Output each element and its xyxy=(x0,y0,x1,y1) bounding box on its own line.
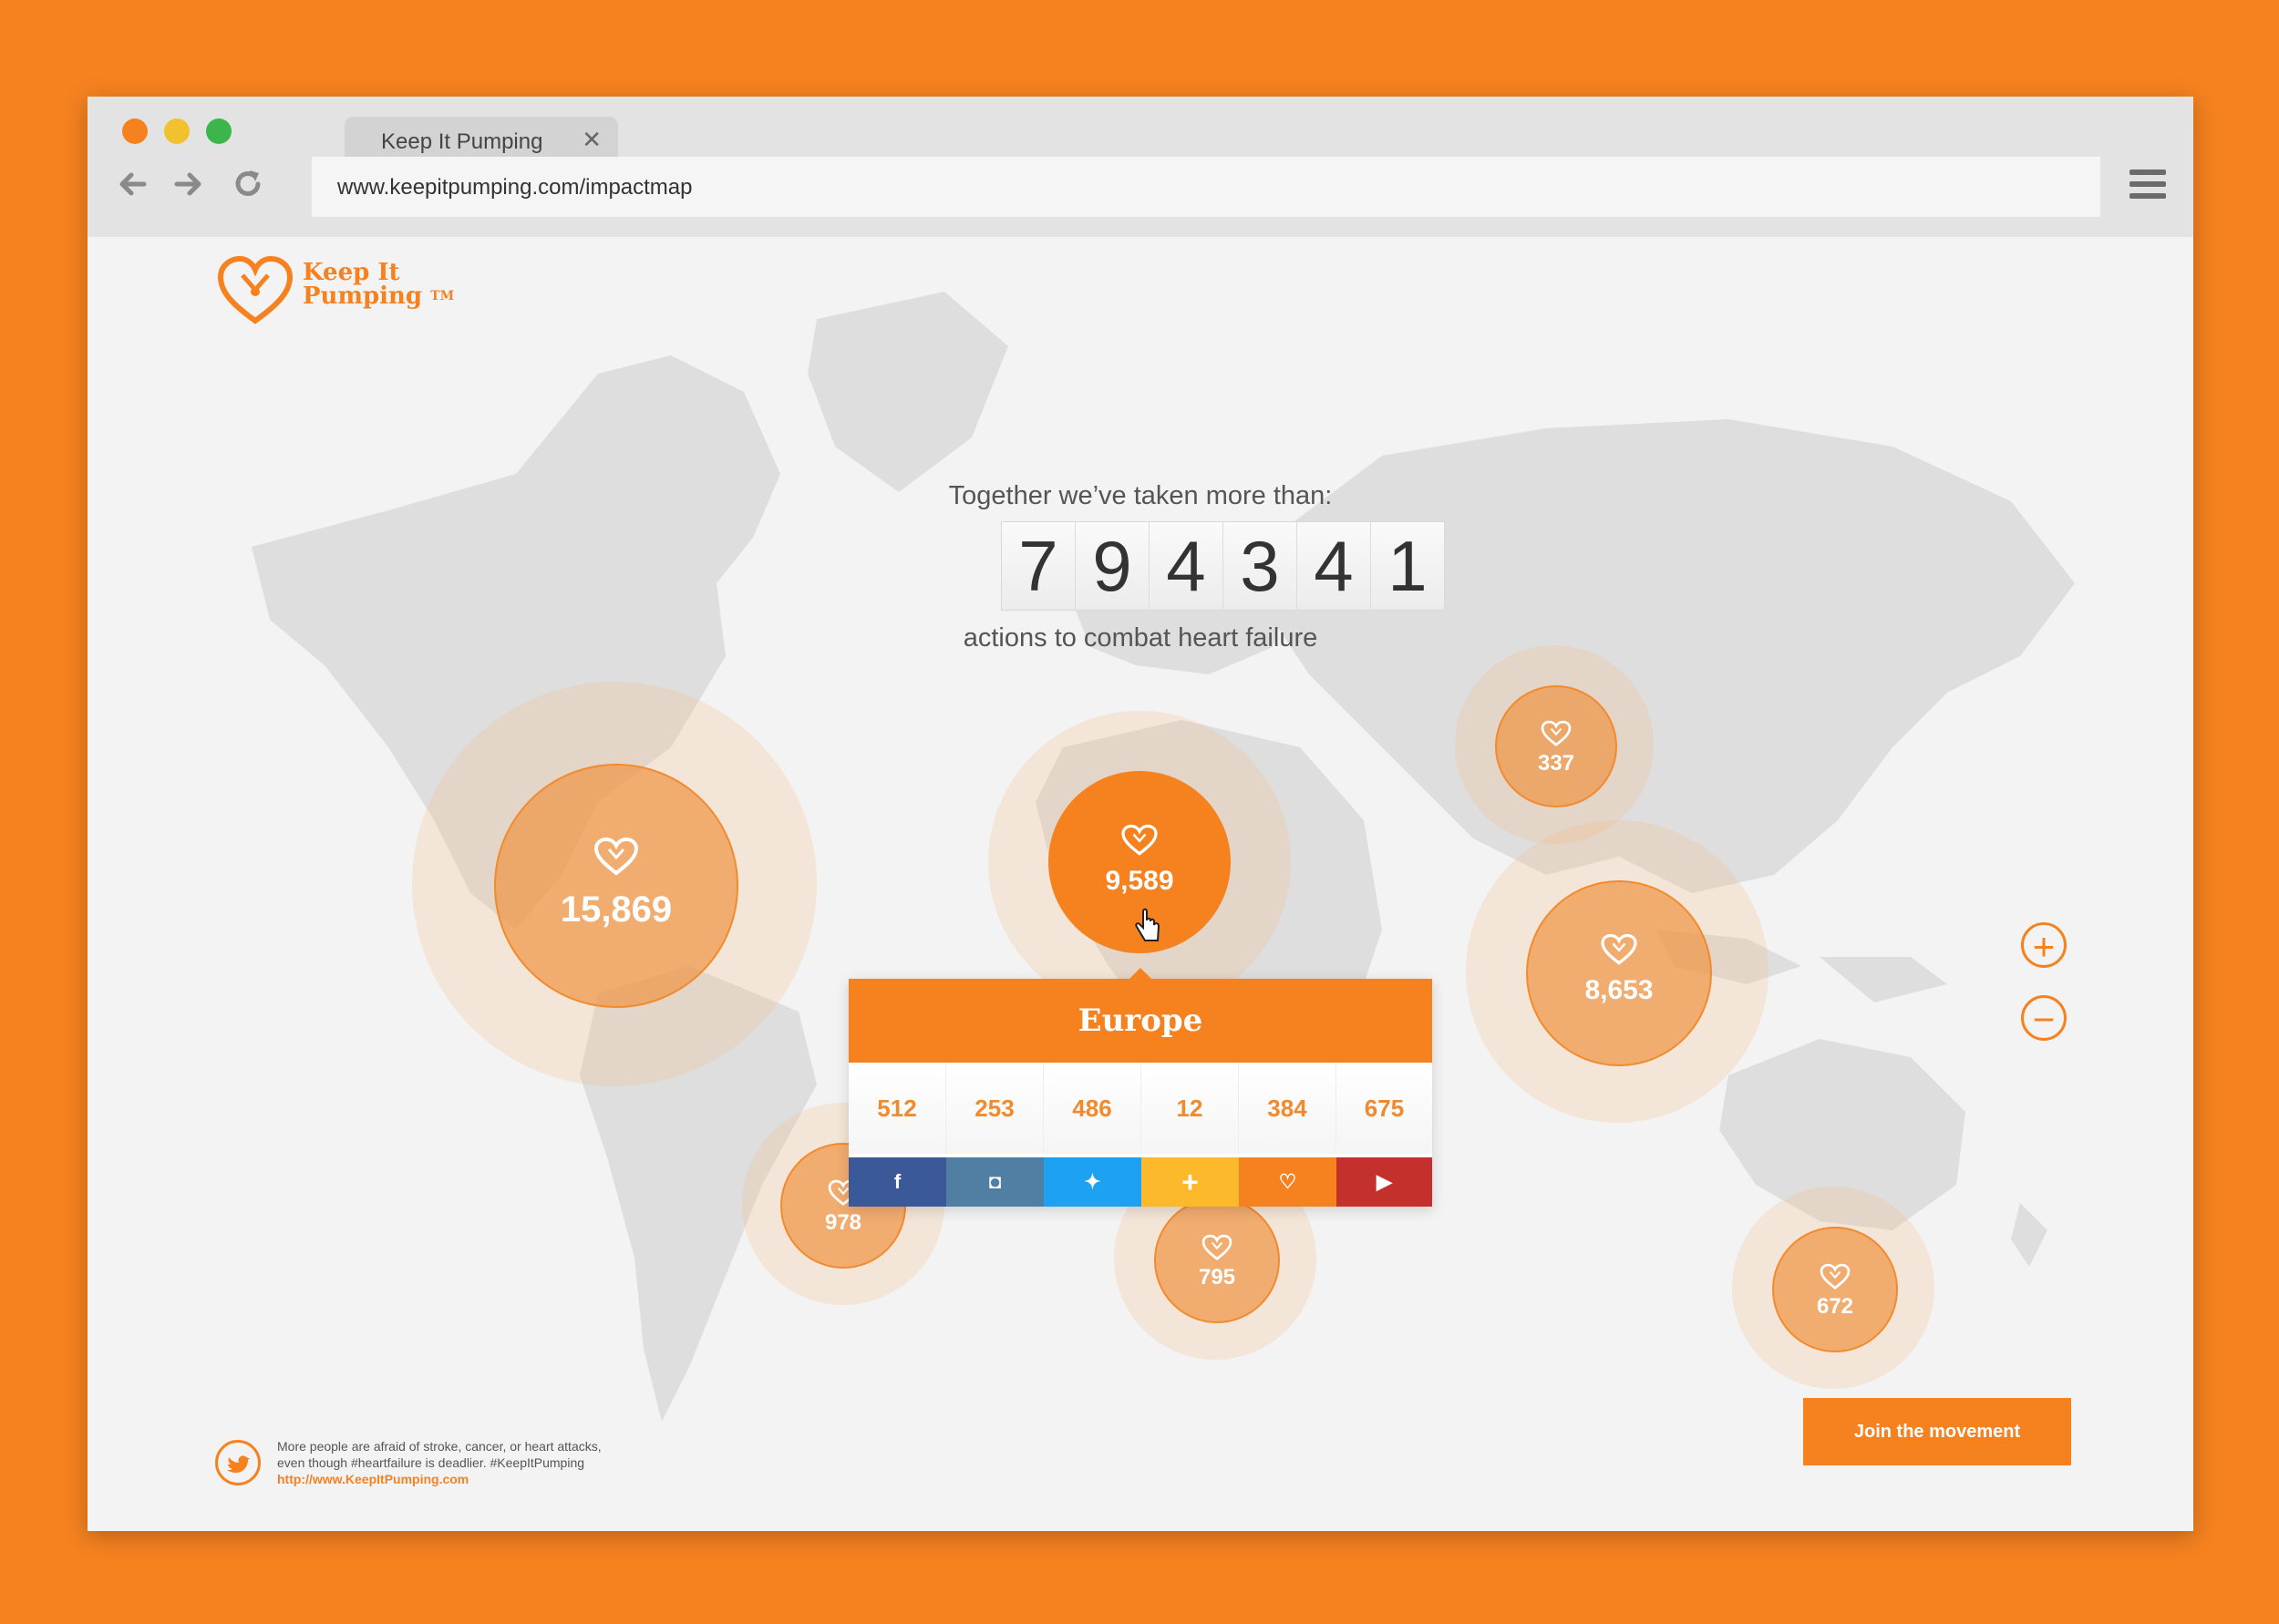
url-text: www.keepitpumping.com/impactmap xyxy=(337,175,693,200)
zoom-in-button[interactable]: + xyxy=(2021,922,2067,968)
count-facebook: 512 xyxy=(849,1063,946,1154)
count-instagram: 253 xyxy=(946,1063,1044,1154)
heart-icon[interactable]: ♡ xyxy=(1239,1157,1336,1207)
heart-icon xyxy=(1121,824,1158,856)
counter-digit: 3 xyxy=(1223,522,1297,610)
close-window-button[interactable] xyxy=(122,118,148,144)
region-bubble-north-america[interactable]: 15,869 xyxy=(494,764,738,1008)
heart-logo-icon[interactable] xyxy=(217,255,294,326)
logo-wordmark[interactable]: Keep It Pumping TM xyxy=(303,261,454,308)
impact-map-page: Keep It Pumping TM Together we’ve taken … xyxy=(88,237,2193,1531)
youtube-icon[interactable]: ▶ xyxy=(1336,1157,1432,1207)
logo-line-1: Keep It xyxy=(303,259,400,286)
popup-arrow xyxy=(1129,968,1151,979)
counter-intro: Together we’ve taken more than: xyxy=(948,481,1333,510)
hamburger-menu-icon[interactable] xyxy=(2129,170,2166,202)
bubble-value: 8,653 xyxy=(1584,975,1654,1005)
region-bubble-asia-south[interactable]: 8,653 xyxy=(1526,880,1712,1066)
heart-icon xyxy=(1201,1234,1232,1260)
twitter-icon[interactable]: ✦ xyxy=(1044,1157,1141,1207)
region-bubble-oceania[interactable]: 672 xyxy=(1772,1227,1898,1352)
region-bubble-africa[interactable]: 795 xyxy=(1154,1197,1280,1323)
tweet-line-1: More people are afraid of stroke, cancer… xyxy=(277,1439,602,1454)
back-icon[interactable] xyxy=(117,168,150,207)
browser-window: Keep It Pumping ✕ www.keepitpumping.com/… xyxy=(88,97,2193,1531)
heart-icon xyxy=(1541,720,1572,746)
counter-digit: 4 xyxy=(1150,522,1223,610)
heart-icon xyxy=(593,837,639,876)
instagram-icon[interactable]: ◘ xyxy=(946,1157,1044,1207)
forward-icon[interactable] xyxy=(171,168,204,207)
reload-icon[interactable] xyxy=(232,168,264,207)
zoom-out-button[interactable]: − xyxy=(2021,995,2067,1041)
bubble-value: 672 xyxy=(1816,1294,1854,1319)
counter-digit: 9 xyxy=(1076,522,1150,610)
count-twitter: 486 xyxy=(1044,1063,1141,1154)
bubble-value: 795 xyxy=(1198,1265,1236,1290)
bubble-value: 978 xyxy=(824,1210,862,1235)
facebook-icon[interactable]: f xyxy=(849,1157,946,1207)
logo-line-2: Pumping xyxy=(303,283,423,310)
bubble-value: 15,869 xyxy=(560,889,673,930)
bubble-value: 9,589 xyxy=(1105,866,1174,896)
tweet-link[interactable]: http://www.KeepItPumping.com xyxy=(277,1471,696,1487)
trademark-mark: TM xyxy=(430,289,455,303)
region-popup: Europe 512 253 486 12 384 675 f ◘ ✦ + ♡ … xyxy=(849,968,1432,1207)
tweet-line-2: even though #heartfailure is deadlier. #… xyxy=(277,1455,585,1470)
counter-digit: 1 xyxy=(1371,522,1444,610)
tab-title: Keep It Pumping xyxy=(381,129,543,154)
counter-outro: actions to combat heart failure xyxy=(963,623,1318,653)
count-plus: 12 xyxy=(1141,1063,1239,1154)
count-youtube: 675 xyxy=(1336,1063,1432,1154)
tab-close-icon[interactable]: ✕ xyxy=(582,126,602,154)
bubble-value: 337 xyxy=(1537,751,1575,776)
browser-chrome: Keep It Pumping ✕ www.keepitpumping.com/… xyxy=(88,97,2193,237)
browser-tab[interactable]: Keep It Pumping ✕ xyxy=(345,117,618,162)
popup-region-title: Europe xyxy=(849,979,1432,1063)
address-bar[interactable]: www.keepitpumping.com/impactmap xyxy=(312,157,2100,217)
heart-icon xyxy=(1601,933,1637,965)
hand-cursor-icon xyxy=(1135,908,1160,941)
heart-icon xyxy=(1820,1263,1851,1290)
counter-digit: 4 xyxy=(1297,522,1371,610)
tweet-text: More people are afraid of stroke, cancer… xyxy=(277,1438,696,1487)
region-bubble-asia-north[interactable]: 337 xyxy=(1495,685,1617,807)
minimize-window-button[interactable] xyxy=(164,118,190,144)
plus-icon[interactable]: + xyxy=(1141,1157,1239,1207)
maximize-window-button[interactable] xyxy=(206,118,232,144)
action-counter: 7 9 4 3 4 1 xyxy=(1001,521,1445,611)
count-heart: 384 xyxy=(1239,1063,1336,1154)
join-movement-button[interactable]: Join the movement xyxy=(1803,1398,2071,1465)
counter-digit: 7 xyxy=(1002,522,1076,610)
twitter-share-icon[interactable] xyxy=(215,1440,261,1485)
